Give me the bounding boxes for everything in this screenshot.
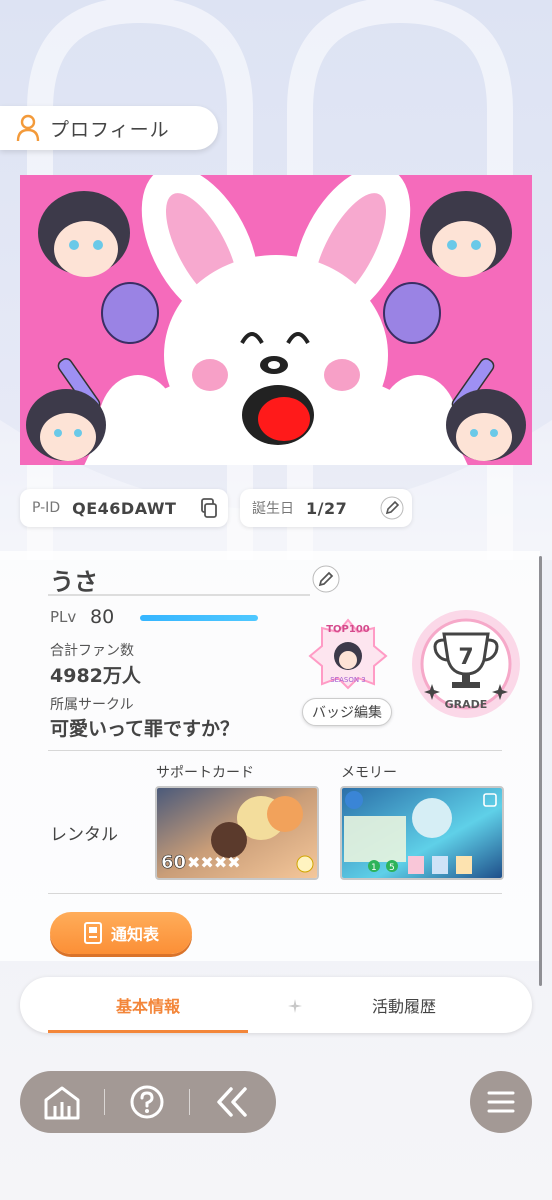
profile-header: プロフィール [0, 106, 218, 150]
pid-label: P-ID [32, 500, 61, 516]
grade-label: GRADE [445, 698, 488, 711]
support-card-level: 60 [161, 852, 186, 873]
divider [48, 750, 502, 751]
scrollbar[interactable] [539, 556, 542, 986]
birthday-label: 誕生日 [252, 501, 294, 517]
grade-emblem: 7 GRADE [412, 610, 520, 718]
rental-label: レンタル [50, 825, 118, 845]
birthday-field: 誕生日 1/27 [240, 489, 412, 527]
circle-value: 可愛いって罪ですか？ [50, 718, 240, 740]
back-button[interactable] [190, 1071, 274, 1133]
top100-badge: TOP100 SEASON 3 [308, 618, 388, 690]
badge-title: TOP100 [326, 624, 370, 635]
active-tab-indicator [48, 1030, 248, 1033]
fans-label: 合計ファン数 [50, 643, 134, 659]
document-icon [83, 922, 102, 944]
profile-banner-image [20, 175, 532, 465]
svg-text:✖✖✖✖: ✖✖✖✖ [187, 853, 241, 872]
player-id-field: P-ID QE46DAWT [20, 489, 228, 527]
page-title: プロフィール [50, 118, 170, 141]
support-card-label: サポートカード [156, 765, 254, 781]
circle-label: 所属サークル [50, 697, 134, 713]
back-icon [217, 1087, 247, 1117]
support-card[interactable]: 60 ✖✖✖✖ [155, 786, 319, 880]
edit-birthday-icon[interactable] [380, 496, 404, 520]
memory-value-1: 1 [371, 863, 377, 873]
badge-season: SEASON 3 [330, 676, 366, 684]
fans-value: 4982万人 [50, 665, 141, 687]
bottom-nav [20, 1071, 276, 1133]
plv-value: 80 [90, 606, 115, 628]
home-button[interactable] [20, 1071, 104, 1133]
tab-basic-info[interactable]: 基本情報 [20, 977, 276, 1033]
tab-activity-history[interactable]: 活動履歴 [276, 977, 532, 1033]
menu-icon [487, 1091, 515, 1113]
pid-value: QE46DAWT [72, 498, 177, 518]
report-card-button[interactable]: 通知表 [50, 912, 192, 954]
home-icon [44, 1086, 80, 1120]
tab-basic-info-label: 基本情報 [115, 997, 180, 1016]
player-name: うさ [50, 568, 98, 596]
report-card-label: 通知表 [110, 925, 159, 944]
plv-label: PLv [50, 608, 77, 626]
help-button[interactable] [105, 1071, 189, 1133]
badge-edit-button[interactable]: バッジ編集 [302, 698, 392, 726]
memory-value-2: 5 [389, 863, 395, 873]
divider [48, 893, 502, 894]
name-underline [48, 594, 310, 596]
help-icon [130, 1085, 164, 1119]
person-icon [16, 114, 40, 142]
memory-card[interactable]: 1 5 [340, 786, 504, 880]
birthday-value: 1/27 [306, 498, 348, 518]
plv-progress-bar [140, 615, 258, 621]
tab-activity-history-label: 活動履歴 [371, 997, 436, 1016]
copy-icon[interactable] [196, 496, 220, 520]
profile-tabs: 基本情報 活動履歴 [20, 977, 532, 1033]
grade-value: 7 [458, 645, 473, 670]
menu-button[interactable] [470, 1071, 532, 1133]
edit-name-icon[interactable] [312, 565, 340, 593]
memory-label: メモリー [341, 765, 397, 781]
